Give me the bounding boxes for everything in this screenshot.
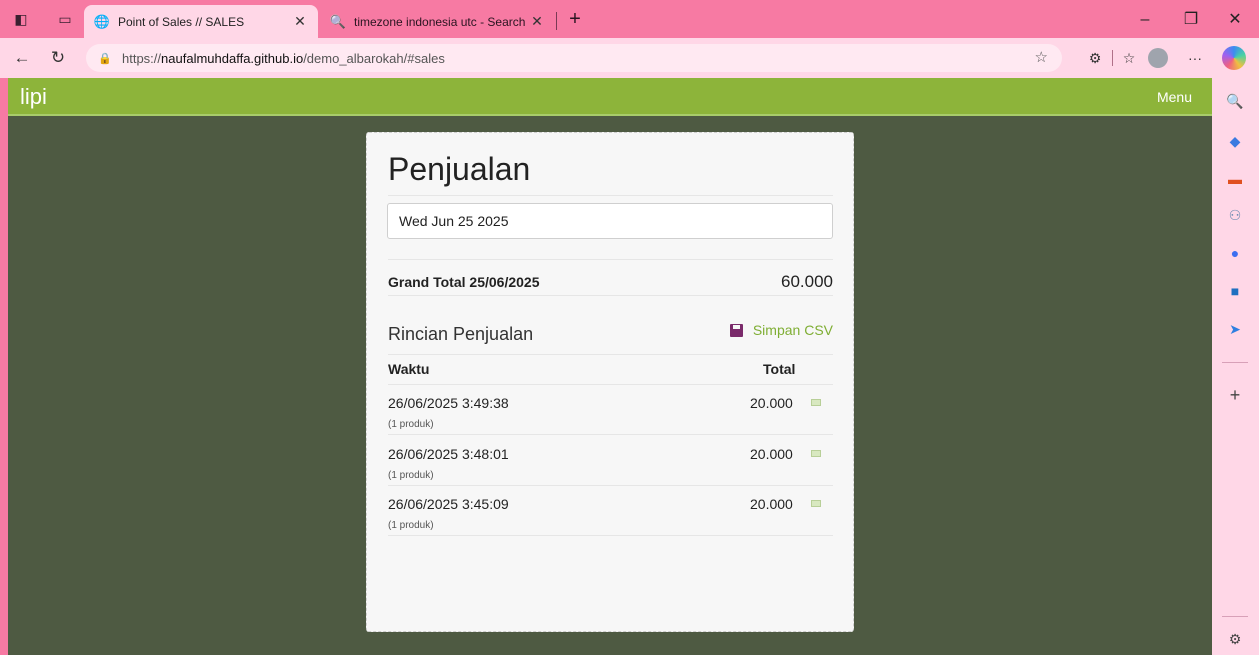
- grand-total-value: 60.000: [781, 272, 833, 291]
- sale-item-count: (1 produk): [388, 470, 434, 481]
- sales-card: Penjualan Grand Total 25/06/2025 60.000 …: [366, 132, 854, 632]
- sale-item-count: (1 produk): [388, 419, 434, 430]
- profile-avatar[interactable]: [1148, 48, 1168, 68]
- tab-point-of-sales[interactable]: 🌐 Point of Sales // SALES ✕: [84, 5, 318, 38]
- refresh-button[interactable]: ↻: [46, 46, 70, 70]
- shopping-tag-icon[interactable]: ◆: [1224, 130, 1246, 152]
- close-icon[interactable]: ✕: [292, 13, 308, 30]
- sale-time: 26/06/2025 3:45:09: [388, 496, 509, 512]
- divider: [388, 295, 833, 296]
- tools-icon[interactable]: ▬: [1224, 168, 1246, 190]
- tab-title: timezone indonesia utc - Search: [354, 14, 526, 29]
- sale-total: 20.000: [750, 446, 793, 462]
- copilot-icon[interactable]: [1222, 46, 1246, 70]
- save-csv-label: Simpan CSV: [752, 322, 833, 338]
- receipt-icon[interactable]: [811, 399, 821, 406]
- brand-logo[interactable]: lipi: [20, 84, 47, 110]
- menu-button[interactable]: Menu: [1157, 89, 1192, 105]
- close-window-button[interactable]: ✕: [1220, 8, 1250, 32]
- table-row[interactable]: 26/06/2025 3:45:09 (1 produk) 20.000: [388, 486, 833, 536]
- sale-time: 26/06/2025 3:48:01: [388, 446, 509, 462]
- favorites-icon[interactable]: ☆: [1118, 47, 1140, 69]
- browser-toolbar: ← ↻ 🔒 https://naufalmuhdaffa.github.io/d…: [0, 38, 1259, 78]
- save-csv-button[interactable]: Simpan CSV: [729, 322, 833, 338]
- table-row[interactable]: 26/06/2025 3:49:38 (1 produk) 20.000: [388, 385, 833, 435]
- sidebar-divider: [1222, 616, 1248, 617]
- tab-divider: [556, 12, 557, 30]
- app-header: lipi Menu: [8, 78, 1212, 116]
- back-button[interactable]: ←: [10, 46, 34, 70]
- more-options-icon[interactable]: ···: [1184, 47, 1206, 69]
- favorite-star-icon[interactable]: ☆: [1035, 48, 1048, 66]
- url-prefix: https://: [122, 50, 162, 66]
- tab-title: Point of Sales // SALES: [118, 14, 245, 29]
- page-viewport: lipi Menu Penjualan Grand Total 25/06/20…: [8, 78, 1212, 655]
- sale-item-count: (1 produk): [388, 520, 434, 531]
- divider: [388, 354, 833, 355]
- url-host: naufalmuhdaffa.github.io: [161, 50, 304, 66]
- sale-total: 20.000: [750, 395, 793, 411]
- tab-actions-icon[interactable]: ▭: [56, 10, 74, 28]
- receipt-icon[interactable]: [811, 450, 821, 457]
- search-icon: 🔍: [329, 13, 347, 29]
- close-icon[interactable]: ✕: [529, 13, 545, 30]
- tab-strip: ◧ ▭ 🌐 Point of Sales // SALES ✕ 🔍 timezo…: [0, 0, 1259, 38]
- settings-gear-icon[interactable]: ⚙: [1224, 628, 1246, 650]
- minimize-button[interactable]: –: [1130, 8, 1160, 32]
- divider: [388, 195, 833, 196]
- column-header-total: Total: [763, 361, 796, 377]
- table-row[interactable]: 26/06/2025 3:48:01 (1 produk) 20.000: [388, 436, 833, 486]
- toolbar-divider: [1112, 50, 1113, 66]
- search-icon[interactable]: 🔍: [1224, 90, 1246, 112]
- globe-icon: 🌐: [93, 13, 111, 29]
- address-bar[interactable]: 🔒 https://naufalmuhdaffa.github.io/demo_…: [86, 44, 1062, 72]
- url-path: /demo_albarokah/#sales: [303, 50, 445, 66]
- people-icon[interactable]: ⚇: [1224, 204, 1246, 226]
- receipt-icon[interactable]: [811, 500, 821, 507]
- extensions-icon[interactable]: ⚙: [1084, 47, 1106, 69]
- restore-button[interactable]: ❐: [1176, 8, 1206, 32]
- site-info-icon[interactable]: 🔒: [98, 52, 114, 65]
- sidebar-divider: [1222, 362, 1248, 363]
- details-title: Rincian Penjualan: [388, 324, 534, 344]
- workspaces-icon[interactable]: ◧: [12, 10, 30, 28]
- tab-search[interactable]: 🔍 timezone indonesia utc - Search ✕: [320, 5, 555, 38]
- add-icon[interactable]: +: [1224, 384, 1246, 406]
- copilot-app-icon[interactable]: ●: [1224, 242, 1246, 264]
- outlook-icon[interactable]: ■: [1224, 280, 1246, 302]
- grand-total-label: Grand Total 25/06/2025: [388, 274, 540, 290]
- browser-sidebar: 🔍 ◆ ▬ ⚇ ● ■ ➤ + ⚙: [1212, 78, 1259, 655]
- new-tab-button[interactable]: +: [563, 8, 587, 32]
- column-header-time: Waktu: [388, 361, 430, 377]
- divider: [388, 259, 833, 260]
- page-title: Penjualan: [388, 151, 531, 187]
- sale-total: 20.000: [750, 496, 793, 512]
- send-icon[interactable]: ➤: [1224, 318, 1246, 340]
- date-input[interactable]: [387, 203, 833, 239]
- floppy-disk-icon: [729, 323, 743, 337]
- sale-time: 26/06/2025 3:49:38: [388, 395, 509, 411]
